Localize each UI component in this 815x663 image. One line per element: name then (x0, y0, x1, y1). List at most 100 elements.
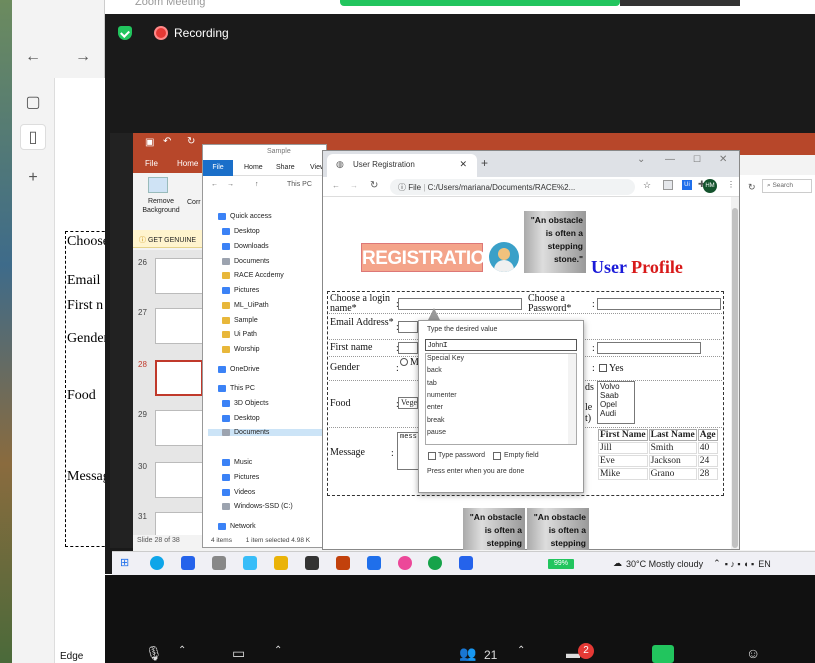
cars-listbox[interactable]: Volvo Saab Opel Audi (597, 381, 635, 424)
gender-radio[interactable] (400, 358, 408, 366)
reload-icon[interactable]: ↻ (370, 180, 378, 191)
ppt-tab-home[interactable]: Home (177, 159, 198, 168)
chevron-up-icon[interactable]: ⌃ (178, 645, 186, 656)
special-key-option[interactable]: tab (427, 380, 437, 387)
page-icon[interactable]: ▯ (20, 124, 46, 150)
mail-icon[interactable] (181, 556, 195, 570)
save-icon[interactable]: ▣ (145, 137, 154, 148)
special-key-option[interactable]: Special Key (427, 355, 464, 362)
explorer-tab-share[interactable]: Share (276, 164, 295, 171)
redo-icon[interactable]: ↻ (187, 136, 195, 147)
food-select[interactable]: Vege (398, 397, 418, 409)
list-scrollbar[interactable] (568, 354, 576, 444)
car-option[interactable]: Audi (598, 409, 634, 418)
car-option[interactable]: Opel (598, 400, 634, 409)
explorer-item[interactable]: Sample (222, 317, 258, 324)
chevron-down-icon[interactable]: ⌄ (637, 154, 645, 165)
windows-start-icon[interactable]: ⊞ (120, 556, 134, 570)
explorer-item[interactable]: Pictures (222, 287, 259, 294)
first-name-input[interactable] (398, 342, 418, 354)
undo-icon[interactable]: ↶ (163, 136, 171, 147)
back-arrow-icon[interactable]: ← (211, 181, 218, 188)
special-key-option[interactable]: break (427, 417, 445, 424)
forward-arrow-icon[interactable]: → (70, 44, 96, 70)
edge-icon[interactable] (150, 556, 164, 570)
slide-thumbnail[interactable] (155, 462, 203, 498)
l-app-icon[interactable] (243, 556, 257, 570)
address-bar[interactable]: ⓘ File | C:/Users/mariana/Documents/RACE… (390, 179, 635, 195)
special-key-option[interactable]: enter (427, 404, 443, 411)
popup-value-input[interactable]: JohnꞮ (425, 339, 577, 351)
uipath-icon[interactable] (367, 556, 381, 570)
file-explorer-icon[interactable] (274, 556, 288, 570)
car-option[interactable]: Volvo (598, 382, 634, 391)
forward-arrow-icon[interactable]: → (227, 181, 234, 188)
ppt-tab-file[interactable]: File (145, 159, 158, 168)
explorer-item-quick-access[interactable]: Quick access (218, 213, 272, 220)
profile-avatar[interactable]: HM (703, 179, 717, 193)
login-input[interactable] (398, 298, 522, 310)
page-scrollbar-thumb[interactable] (732, 208, 738, 548)
reactions-icon[interactable]: ☺ (746, 645, 760, 661)
slide-thumbnail[interactable] (155, 410, 203, 446)
email-input[interactable] (398, 321, 418, 333)
explorer-item[interactable]: Documents (222, 258, 269, 265)
zoom-icon[interactable] (459, 556, 473, 570)
empty-field-checkbox[interactable] (493, 452, 501, 460)
notes-icon[interactable] (305, 556, 319, 570)
maximize-icon[interactable]: ☐ (693, 154, 701, 165)
pen-icon[interactable] (212, 556, 226, 570)
back-arrow-icon[interactable]: ← (332, 181, 340, 190)
video-off-icon[interactable]: ▭ (232, 645, 245, 662)
recording-indicator[interactable]: Recording (118, 26, 229, 40)
car-option[interactable]: Saab (598, 391, 634, 400)
slide-thumbnail[interactable] (155, 258, 203, 294)
explorer-item[interactable]: Worship (222, 346, 260, 353)
explorer-item[interactable]: Desktop (222, 415, 260, 422)
remove-background-icon[interactable] (148, 177, 168, 193)
share-screen-icon[interactable] (652, 645, 674, 663)
chevron-up-icon[interactable]: ⌃ (274, 645, 282, 656)
explorer-item-this-pc[interactable]: This PC (218, 385, 255, 392)
explorer-item[interactable]: Pictures (222, 474, 259, 481)
back-arrow-icon[interactable]: ← (20, 44, 46, 70)
explorer-item[interactable]: Desktop (222, 228, 260, 235)
menu-icon[interactable]: ⋮ (727, 180, 735, 189)
tab-close-icon[interactable]: ✕ (459, 159, 467, 170)
up-arrow-icon[interactable]: ↑ (255, 181, 259, 188)
explorer-item-onedrive[interactable]: OneDrive (218, 366, 260, 373)
tray-icons[interactable]: ▪ ♪ ▪ ◖ ▪ (725, 559, 755, 569)
minimize-icon[interactable]: — (665, 154, 675, 165)
explorer-item[interactable]: Music (222, 459, 252, 466)
forward-arrow-icon[interactable]: → (350, 181, 358, 190)
share-banner[interactable] (340, 0, 620, 6)
powerpoint-icon[interactable] (336, 556, 350, 570)
chrome-tab-active[interactable]: ◍ User Registration ✕ (327, 154, 477, 177)
paint-icon[interactable] (398, 556, 412, 570)
explorer-tab-file[interactable]: File (203, 160, 233, 176)
explorer-tab-home[interactable]: Home (244, 164, 263, 171)
tabs-icon[interactable]: ▢ (20, 90, 46, 116)
message-textarea[interactable]: mess (397, 432, 419, 470)
explorer-item-network[interactable]: Network (218, 523, 256, 530)
explorer-item[interactable]: ML_UiPath (222, 302, 269, 309)
mute-icon[interactable]: 🎙︎ (145, 645, 163, 662)
explorer-item[interactable]: RACE Accdemy (222, 272, 284, 279)
language-indicator[interactable]: EN (758, 559, 771, 569)
new-tab-icon[interactable]: + (481, 156, 488, 170)
search-box[interactable]: ⌕ Search (762, 179, 812, 193)
special-key-option[interactable]: numenter (427, 392, 457, 399)
remove-background-button[interactable]: Remove Background (137, 197, 185, 215)
add-icon[interactable]: + (20, 165, 46, 191)
explorer-item[interactable]: Ui Path (222, 331, 257, 338)
weather-widget[interactable]: ☁ 30°C Mostly cloudy ⌃ ▪ ♪ ▪ ◖ ▪ EN (613, 558, 771, 569)
explorer-path[interactable]: This PC (287, 181, 312, 188)
explorer-item[interactable]: 3D Objects (222, 400, 269, 407)
special-key-list[interactable] (425, 353, 577, 445)
close-icon[interactable]: ✕ (719, 154, 727, 165)
explorer-item[interactable]: Videos (222, 489, 255, 496)
chevron-up-icon[interactable]: ⌃ (713, 558, 721, 569)
corrections-button[interactable]: Corr (187, 199, 201, 206)
chrome-icon[interactable] (428, 556, 442, 570)
slide-thumbnail[interactable] (155, 308, 203, 344)
